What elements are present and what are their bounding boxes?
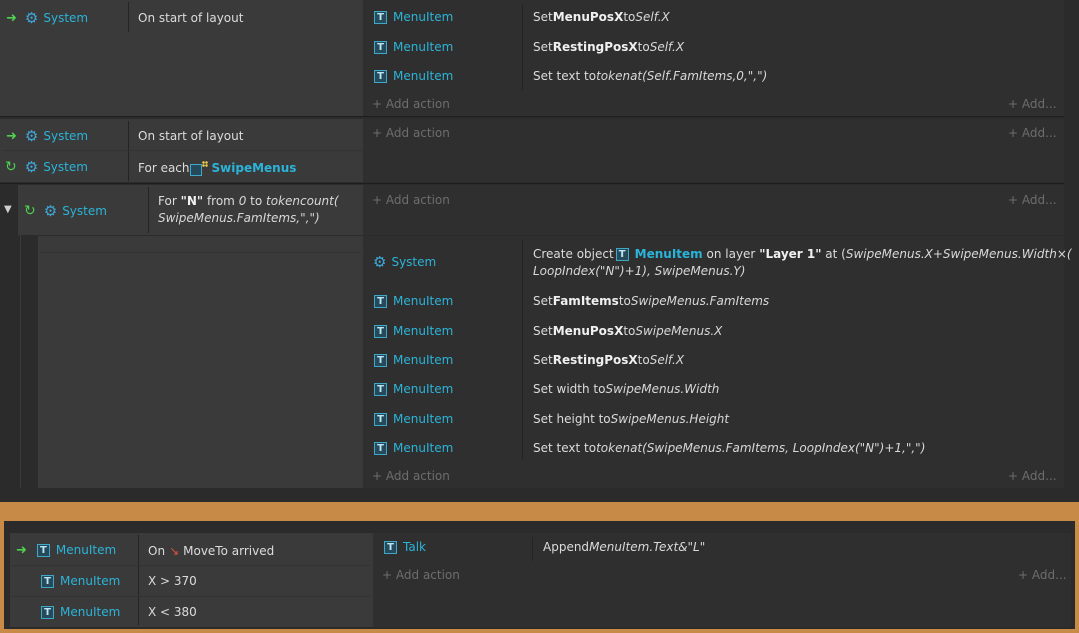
- condition-text: For each SwipeMenus: [138, 160, 297, 176]
- condition-text: On start of layout: [138, 129, 244, 143]
- sprite-icon: T: [374, 441, 387, 455]
- action-row[interactable]: T MenuItem: [374, 351, 453, 369]
- sprite-icon: T: [384, 540, 397, 554]
- add-more-button[interactable]: + Add...: [1008, 467, 1057, 485]
- moveto-icon: ↘: [169, 544, 180, 558]
- action-text: Set MenuPosX to SwipeMenus.X: [533, 324, 723, 338]
- action-row[interactable]: T MenuItem: [374, 380, 453, 398]
- action-row[interactable]: T MenuItem: [374, 439, 453, 457]
- event2-condition[interactable]: ➜ ⚙ System: [6, 127, 88, 145]
- family-icon: [189, 160, 208, 176]
- collapse-triangle-icon: ▼: [4, 203, 12, 215]
- sprite-icon: T: [41, 574, 54, 588]
- green-arrow-icon: ➜: [16, 542, 27, 558]
- action-row[interactable]: T MenuItem: [374, 38, 453, 56]
- gear-icon: ⚙: [24, 8, 39, 27]
- action-text: Set width to SwipeMenus.Width: [533, 382, 720, 396]
- condition-text: On ↘ MoveTo arrived: [148, 544, 275, 558]
- gear-icon: ⚙: [373, 252, 387, 271]
- condition-text: For "N" from 0 to tokencount( SwipeMenus…: [158, 194, 339, 225]
- sprite-icon: T: [374, 324, 387, 338]
- event3-loop-condition[interactable]: ↻ ⚙ System: [24, 202, 107, 220]
- sprite-icon: T: [374, 353, 387, 367]
- add-more-button[interactable]: + Add...: [1008, 95, 1057, 113]
- gear-icon: ⚙: [24, 157, 39, 176]
- condition-text: X < 380: [148, 605, 197, 619]
- sprite-icon: T: [374, 69, 387, 83]
- add-action-button[interactable]: + Add action: [372, 467, 450, 485]
- selection-separator: [0, 502, 1079, 521]
- collapse-toggle[interactable]: ▼: [4, 202, 12, 216]
- event3-actions: [363, 185, 1064, 235]
- sprite-icon: T: [615, 248, 629, 261]
- gear-icon: ⚙: [43, 201, 58, 220]
- action-text: Set height to SwipeMenus.Height: [533, 412, 730, 426]
- sprite-icon: T: [41, 605, 54, 619]
- add-action-button[interactable]: + Add action: [372, 124, 450, 142]
- event1-condition-text: On start of layout: [138, 11, 244, 25]
- add-action-button[interactable]: + Add action: [372, 95, 450, 113]
- event5-actions: [373, 533, 1071, 627]
- action-text: Set MenuPosX to Self.X: [533, 10, 670, 24]
- sprite-icon: T: [374, 294, 387, 308]
- condition-object: System: [43, 11, 89, 25]
- action-text: Set RestingPosX to Self.X: [533, 40, 685, 54]
- action-text: Set text to tokenat(SwipeMenus.FamItems,…: [533, 441, 926, 455]
- action-row[interactable]: T MenuItem: [374, 8, 453, 26]
- action-text: Set text to tokenat(Self.FamItems,0,","): [533, 69, 768, 83]
- event5-condition[interactable]: T MenuItem: [41, 603, 120, 621]
- gear-icon: ⚙: [24, 126, 39, 145]
- event2-actions: [363, 119, 1064, 182]
- add-action-button[interactable]: + Add action: [382, 566, 460, 584]
- sprite-icon: T: [374, 412, 387, 426]
- sprite-icon: T: [374, 40, 387, 54]
- loop-icon: ↻: [5, 159, 17, 175]
- sprite-icon: T: [374, 382, 387, 396]
- add-more-button[interactable]: + Add...: [1008, 191, 1057, 209]
- event4-conditions[interactable]: [38, 236, 363, 488]
- green-arrow-icon: ➜: [6, 128, 17, 144]
- add-more-button[interactable]: + Add...: [1018, 566, 1067, 584]
- event1-condition[interactable]: ➜ ⚙ System: [6, 9, 88, 27]
- event5-trigger-condition[interactable]: ➜ T MenuItem: [16, 541, 116, 559]
- action-row[interactable]: T MenuItem: [374, 67, 453, 85]
- sprite-icon: T: [36, 543, 50, 557]
- action-text: Set FamItems to SwipeMenus.FamItems: [533, 294, 770, 308]
- action-row[interactable]: T MenuItem: [374, 292, 453, 310]
- action-row[interactable]: ⚙ System: [373, 253, 436, 271]
- loop-icon: ↻: [24, 203, 36, 219]
- action-text: Create object T MenuItem on layer "Layer…: [533, 247, 1072, 278]
- condition-text: X > 370: [148, 574, 197, 588]
- event5-condition[interactable]: T MenuItem: [41, 572, 120, 590]
- add-more-button[interactable]: + Add...: [1008, 124, 1057, 142]
- green-arrow-icon: ➜: [6, 10, 17, 26]
- event2-loop-condition[interactable]: ↻ ⚙ System: [5, 158, 88, 176]
- event1-actions: [363, 0, 1064, 116]
- action-row[interactable]: T MenuItem: [374, 410, 453, 428]
- action-row[interactable]: T Talk: [384, 538, 426, 556]
- sprite-icon: T: [374, 10, 387, 24]
- action-text: Set RestingPosX to Self.X: [533, 353, 685, 367]
- action-row[interactable]: T MenuItem: [374, 322, 453, 340]
- add-action-button[interactable]: + Add action: [372, 191, 450, 209]
- action-text: Append MenuItem.Text&"L": [543, 540, 706, 554]
